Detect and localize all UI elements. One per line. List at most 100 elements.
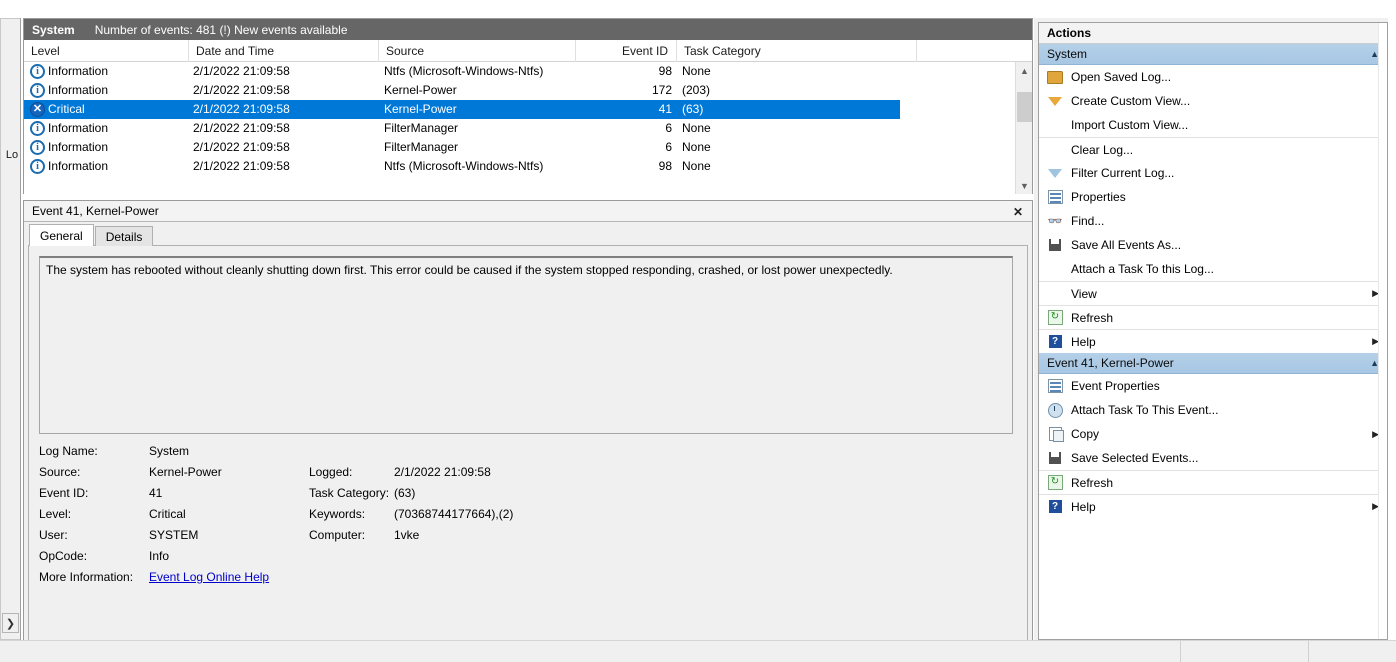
funnel-icon [1045, 93, 1065, 109]
help-icon: ? [1045, 499, 1065, 515]
cell-task-category: None [682, 159, 711, 173]
cell-level: Information [48, 83, 109, 97]
field-label-task-category: Task Category: [309, 486, 390, 500]
properties-icon [1045, 189, 1065, 205]
action-create-custom-view[interactable]: Create Custom View... [1039, 89, 1387, 113]
field-label-logged: Logged: [309, 465, 353, 479]
action-view[interactable]: View ▶ [1039, 281, 1387, 305]
cell-level: Information [48, 159, 109, 173]
table-row[interactable]: i Information 2/1/2022 21:09:58 Kernel-P… [24, 81, 1032, 100]
tab-details[interactable]: Details [94, 226, 154, 246]
no-icon [1045, 142, 1065, 158]
action-import-custom-view[interactable]: Import Custom View... [1039, 113, 1387, 137]
field-label: User: [39, 528, 68, 542]
actions-group-header-event[interactable]: Event 41, Kernel-Power ▲ [1039, 353, 1387, 374]
field-label-computer: Computer: [309, 528, 366, 542]
cell-task-category: None [682, 64, 711, 78]
action-filter-current-log[interactable]: Filter Current Log... [1039, 161, 1387, 185]
action-refresh-system[interactable]: ↻ Refresh [1039, 305, 1387, 329]
clock-task-icon [1045, 402, 1065, 418]
action-refresh-event[interactable]: ↻ Refresh [1039, 470, 1387, 494]
field-row-source: Source: Kernel-Power Logged: 2/1/2022 21… [39, 465, 1013, 486]
close-icon[interactable]: ✕ [1008, 203, 1028, 220]
log-name-label: System [32, 22, 75, 37]
collapsed-tree-pane[interactable]: Lo ❯ [0, 18, 20, 640]
action-copy[interactable]: Copy ▶ [1039, 422, 1387, 446]
event-detail-pane: Event 41, Kernel-Power ✕ General Details… [23, 200, 1033, 656]
field-label: Level: [39, 507, 72, 521]
action-help-event[interactable]: ? Help ▶ [1039, 494, 1387, 518]
event-message-text: The system has rebooted without cleanly … [39, 256, 1013, 434]
event-list-title-bar: System Number of events: 481 (!) New eve… [24, 19, 1032, 40]
tab-general[interactable]: General [29, 224, 94, 246]
action-label: Attach Task To This Event... [1071, 403, 1219, 417]
column-header-event-id[interactable]: Event ID [576, 40, 677, 62]
chevron-up-icon[interactable]: ▲ [1016, 62, 1033, 79]
cell-source: Kernel-Power [384, 102, 457, 116]
table-row[interactable]: i Information 2/1/2022 21:09:58 FilterMa… [24, 138, 1032, 157]
cell-event-id: 172 [651, 83, 672, 97]
cell-event-id: 6 [665, 121, 672, 135]
action-find[interactable]: 👓 Find... [1039, 209, 1387, 233]
detail-tab-body: The system has rebooted without cleanly … [28, 245, 1028, 651]
field-row-opcode: OpCode: Info [39, 549, 1013, 570]
field-label: OpCode: [39, 549, 88, 563]
action-help-system[interactable]: ? Help ▶ [1039, 329, 1387, 353]
help-icon: ? [1045, 334, 1065, 350]
cell-task-category: None [682, 121, 711, 135]
table-row[interactable]: i Information 2/1/2022 21:09:58 Ntfs (Mi… [24, 157, 1032, 176]
column-header-date-time[interactable]: Date and Time [189, 40, 379, 62]
table-row[interactable]: i Information 2/1/2022 21:09:58 FilterMa… [24, 119, 1032, 138]
actions-group-header-system[interactable]: System ▲ [1039, 44, 1387, 65]
field-value: Critical [149, 507, 186, 521]
scrollbar-thumb[interactable] [1017, 92, 1032, 122]
column-header-level[interactable]: Level [24, 40, 189, 62]
no-icon [1045, 117, 1065, 133]
action-label: View [1071, 286, 1097, 301]
action-label: Help [1071, 334, 1096, 349]
refresh-icon: ↻ [1045, 475, 1065, 491]
open-folder-icon [1045, 69, 1065, 85]
cell-date-time: 2/1/2022 21:09:58 [193, 83, 290, 97]
right-spacer [1388, 0, 1396, 640]
action-attach-task-to-log[interactable]: Attach a Task To this Log... [1039, 257, 1387, 281]
action-label: Refresh [1071, 475, 1114, 490]
event-list-scrollbar[interactable]: ▲ ▼ [1015, 62, 1032, 194]
cell-source: FilterManager [384, 140, 459, 154]
collapsed-pane-label: Lo [5, 149, 19, 161]
binoculars-icon: 👓 [1047, 214, 1063, 228]
column-header-source[interactable]: Source [379, 40, 576, 62]
cell-task-category: None [682, 140, 711, 154]
event-field-grid: Log Name: System Source: Kernel-Power Lo… [39, 444, 1013, 644]
action-save-all-events-as[interactable]: Save All Events As... [1039, 233, 1387, 257]
no-icon [1045, 261, 1065, 277]
action-clear-log[interactable]: Clear Log... [1039, 137, 1387, 161]
cell-date-time: 2/1/2022 21:09:58 [193, 140, 290, 154]
action-attach-task-to-event[interactable]: Attach Task To This Event... [1039, 398, 1387, 422]
no-icon [1045, 286, 1065, 302]
action-event-properties[interactable]: Event Properties [1039, 374, 1387, 398]
event-log-online-help-link[interactable]: Event Log Online Help [149, 570, 269, 584]
actions-pane: Actions System ▲ Open Saved Log... Creat… [1038, 22, 1388, 640]
action-properties[interactable]: Properties [1039, 185, 1387, 209]
detail-header-title: Event 41, Kernel-Power [32, 204, 159, 218]
event-count-label: Number of events: 481 (!) New events ava… [94, 22, 348, 37]
table-row[interactable]: i Information 2/1/2022 21:09:58 Ntfs (Mi… [24, 62, 1032, 81]
action-label: Filter Current Log... [1071, 166, 1175, 180]
chevron-down-icon[interactable]: ▼ [1016, 177, 1033, 194]
cell-date-time: 2/1/2022 21:09:58 [193, 121, 290, 135]
action-label: Import Custom View... [1071, 118, 1189, 132]
properties-icon [1045, 378, 1065, 394]
cell-date-time: 2/1/2022 21:09:58 [193, 64, 290, 78]
actions-scrollbar[interactable] [1378, 23, 1387, 639]
status-bar-divider [1180, 641, 1181, 662]
action-save-selected-events[interactable]: Save Selected Events... [1039, 446, 1387, 470]
action-open-saved-log[interactable]: Open Saved Log... [1039, 65, 1387, 89]
cell-level: Information [48, 140, 109, 154]
column-header-task-category[interactable]: Task Category [677, 40, 917, 62]
field-value: Kernel-Power [149, 465, 222, 479]
chevron-right-icon[interactable]: ❯ [2, 613, 19, 633]
table-row-selected[interactable]: ✕ Critical 2/1/2022 21:09:58 Kernel-Powe… [24, 100, 900, 119]
field-value: SYSTEM [149, 528, 199, 542]
column-header-filler [917, 40, 1017, 62]
